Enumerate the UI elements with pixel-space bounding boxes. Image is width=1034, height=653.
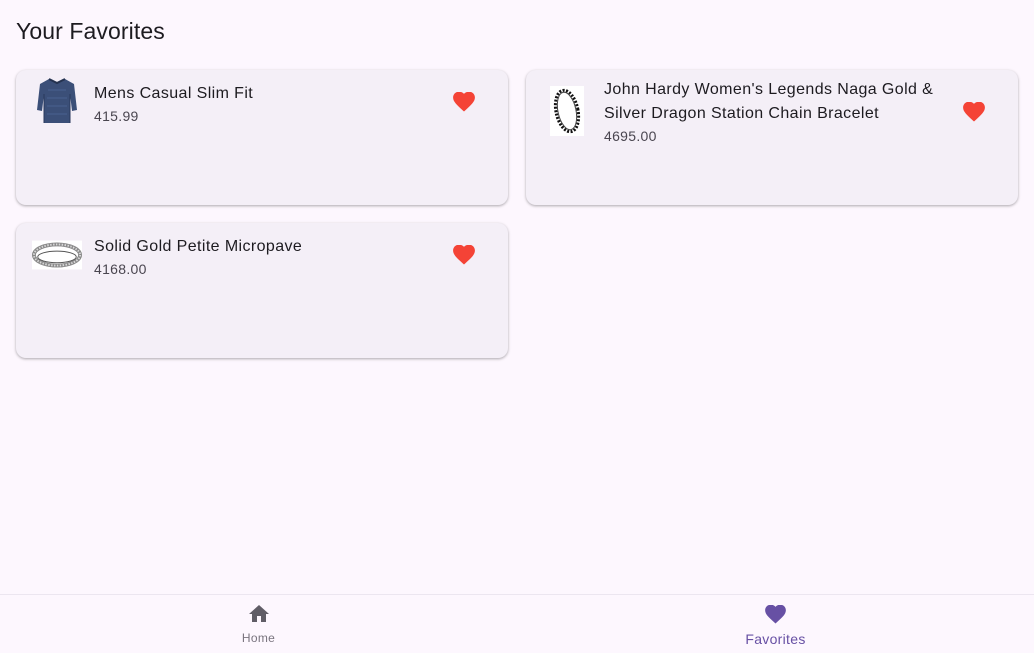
bottom-navigation: Home Favorites: [0, 594, 1034, 653]
nav-favorites-label: Favorites: [745, 631, 806, 647]
product-image: [32, 76, 82, 126]
product-image: [542, 86, 592, 136]
home-icon: [248, 605, 269, 628]
product-name: Solid Gold Petite Micropave: [94, 238, 303, 255]
product-name: Mens Casual Slim Fit: [94, 85, 254, 102]
product-price: 4695.00: [604, 128, 657, 144]
favorite-card[interactable]: John Hardy Women's Legends Naga Gold & S…: [526, 70, 1018, 205]
product-info: Mens Casual Slim Fit 415.99: [94, 82, 428, 126]
product-name: John Hardy Women's Legends Naga Gold & S…: [604, 81, 934, 122]
product-info: Solid Gold Petite Micropave 4168.00: [94, 235, 428, 279]
favorite-card[interactable]: Solid Gold Petite Micropave 4168.00: [16, 223, 508, 358]
heart-icon: [765, 604, 786, 629]
favorite-card[interactable]: Mens Casual Slim Fit 415.99: [16, 70, 508, 205]
product-price: 4168.00: [94, 261, 147, 277]
favorites-grid: Mens Casual Slim Fit 415.99 John Hardy W…: [16, 70, 1018, 358]
page-title: Your Favorites: [16, 18, 165, 44]
nav-home-label: Home: [241, 631, 276, 645]
heart-icon[interactable]: [452, 243, 476, 267]
product-info: John Hardy Women's Legends Naga Gold & S…: [604, 78, 938, 146]
nav-home[interactable]: Home: [0, 595, 517, 653]
nav-favorites[interactable]: Favorites: [517, 595, 1034, 653]
heart-icon[interactable]: [452, 90, 476, 114]
favorites-page: Your Favorites Mens Casual Slim Fit 415.…: [0, 0, 1034, 653]
product-image: [32, 230, 82, 280]
heart-icon[interactable]: [962, 100, 986, 124]
product-price: 415.99: [94, 108, 139, 124]
